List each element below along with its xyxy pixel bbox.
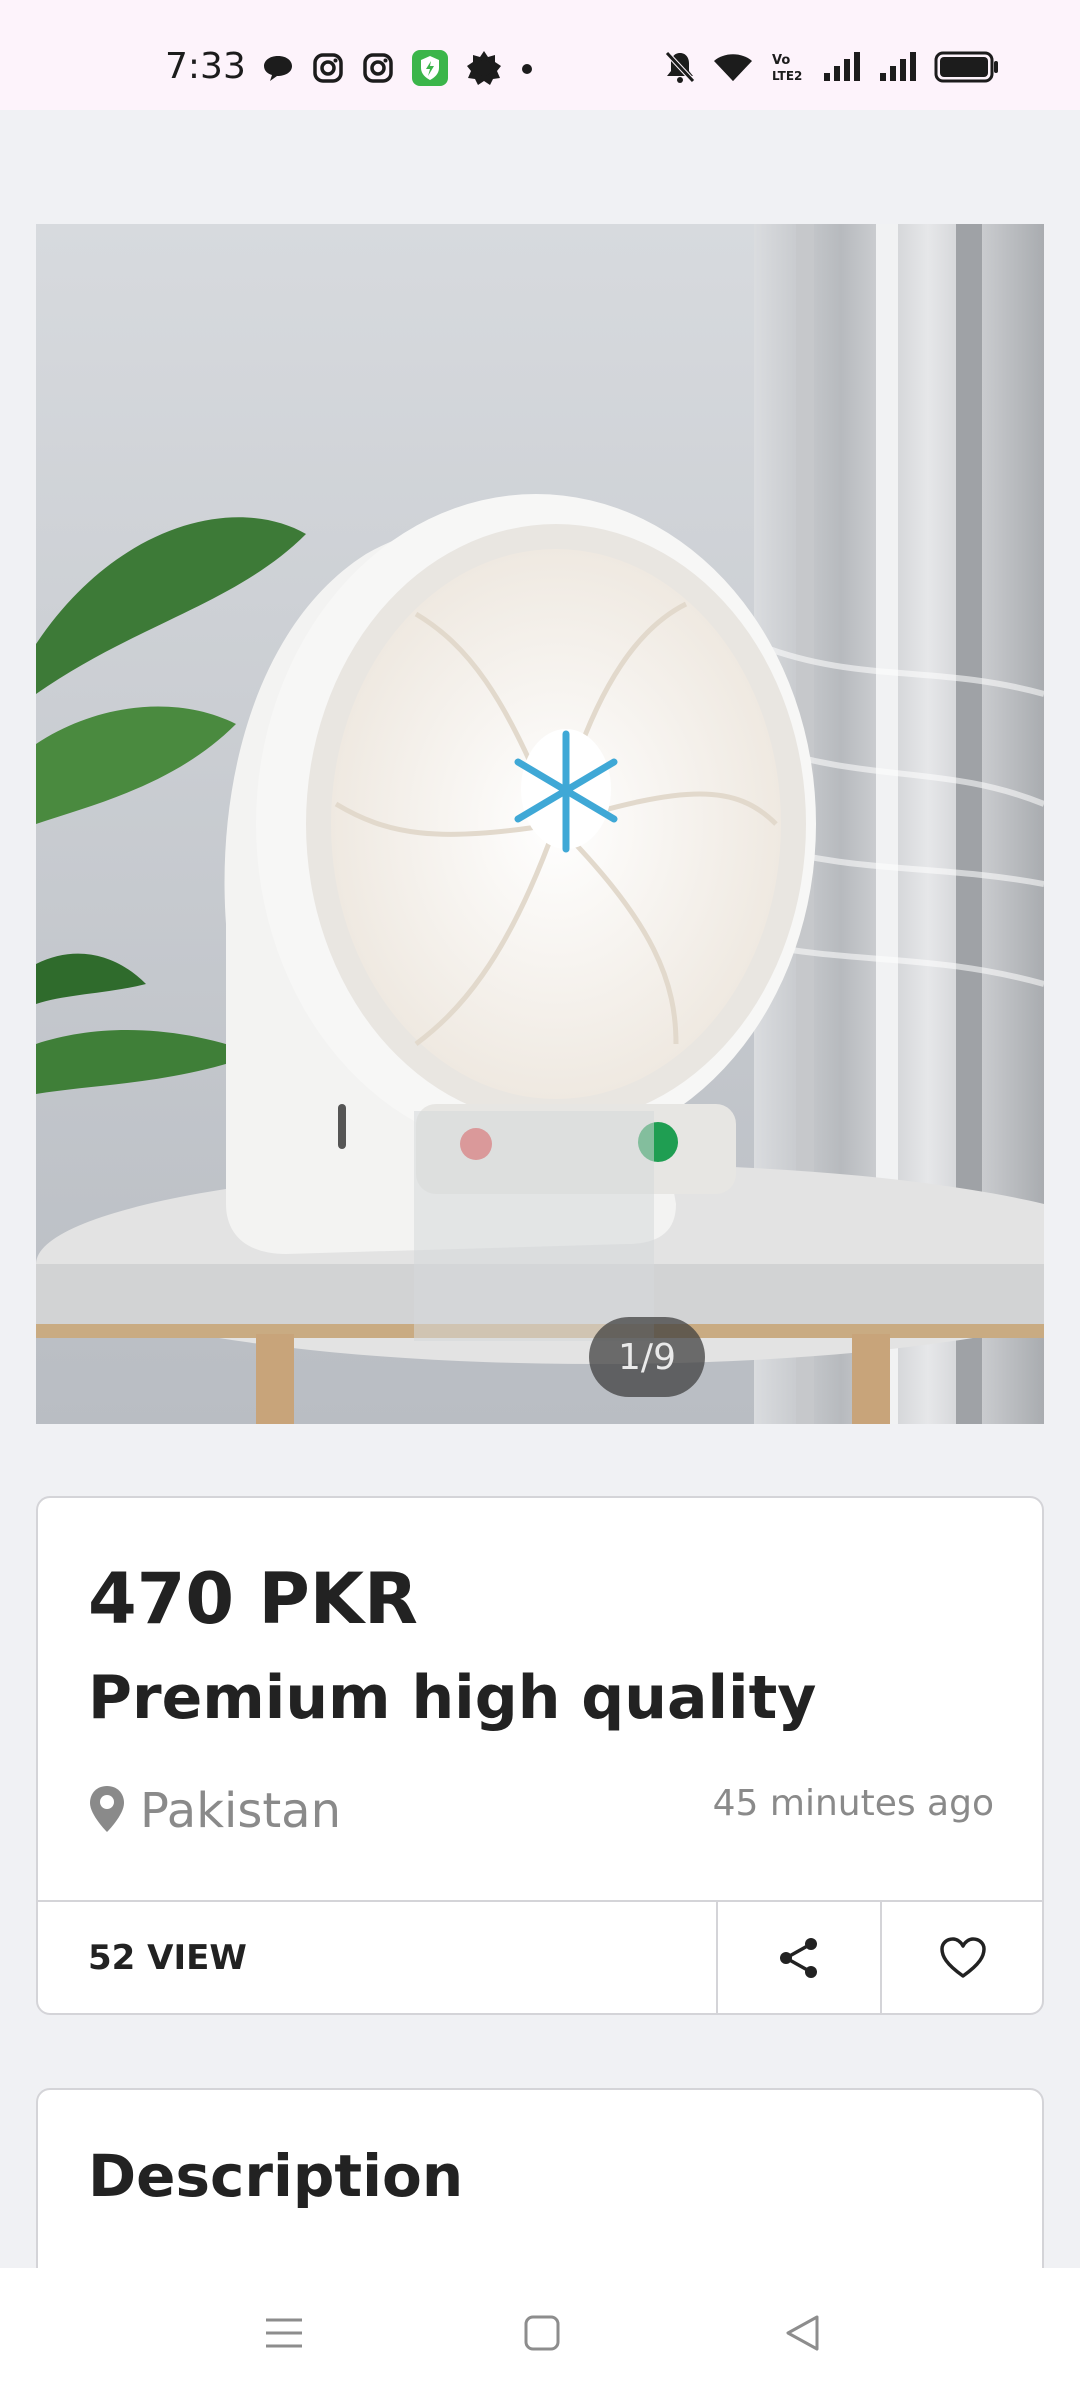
status-time: 7:33 xyxy=(165,46,246,87)
share-button[interactable] xyxy=(716,1902,880,2013)
shield-app-icon xyxy=(412,50,448,90)
dot-icon xyxy=(520,61,534,80)
chat-bubble-icon xyxy=(262,53,294,87)
navigation-bar xyxy=(0,2268,1080,2400)
signal-icon xyxy=(822,51,862,87)
status-icons-right: Vo LTE2 xyxy=(664,50,1000,88)
posted-time: 45 minutes ago xyxy=(712,1783,994,1824)
home-button[interactable] xyxy=(512,2308,572,2362)
signal-icon xyxy=(878,51,918,87)
listing-info-card: 470 PKR Premium high quality Pakistan 45… xyxy=(36,1496,1044,2015)
home-square-icon xyxy=(523,2314,561,2356)
instagram-icon xyxy=(312,52,344,88)
share-icon xyxy=(776,1935,822,1985)
status-icons-left xyxy=(262,50,534,90)
instagram-icon xyxy=(362,52,394,88)
recent-apps-button[interactable] xyxy=(254,2308,314,2362)
fan-photo xyxy=(36,224,1044,1424)
heart-icon xyxy=(940,1936,986,1983)
back-triangle-icon xyxy=(783,2313,821,2357)
svg-text:Vo: Vo xyxy=(772,53,790,68)
status-bar: 7:33 Vo LTE2 xyxy=(0,0,1080,110)
view-count: 52 VIEW xyxy=(88,1938,247,1978)
price: 470 PKR xyxy=(88,1558,418,1640)
brightness-icon xyxy=(466,50,502,90)
location-pin-icon xyxy=(88,1784,126,1838)
menu-icon xyxy=(264,2316,304,2354)
wifi-icon xyxy=(712,51,754,87)
back-button[interactable] xyxy=(772,2308,832,2362)
location-text: Pakistan xyxy=(140,1783,341,1839)
volte-icon: Vo LTE2 xyxy=(770,51,806,87)
mute-icon xyxy=(664,50,696,88)
listing-title: Premium high quality xyxy=(88,1663,817,1733)
image-counter: 1/9 xyxy=(589,1317,705,1397)
svg-text:LTE2: LTE2 xyxy=(772,69,802,83)
product-image[interactable] xyxy=(36,224,1044,1424)
battery-icon xyxy=(934,51,1000,87)
location: Pakistan xyxy=(88,1783,341,1839)
favorite-button[interactable] xyxy=(880,1902,1042,2013)
description-heading: Description xyxy=(88,2142,464,2210)
